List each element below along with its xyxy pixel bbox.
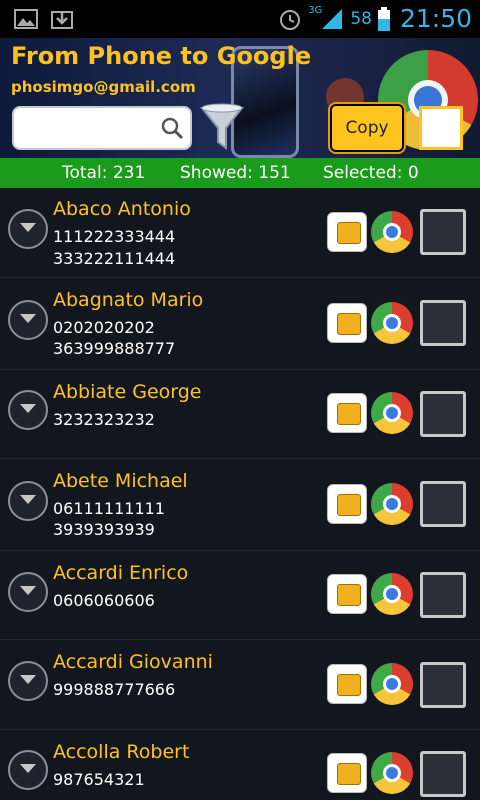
contact-name: Abete Michael xyxy=(53,470,188,492)
contact-name: Abaco Antonio xyxy=(53,198,191,220)
expand-button[interactable] xyxy=(8,390,48,430)
battery-icon xyxy=(377,6,390,31)
sim-card-icon[interactable] xyxy=(327,393,367,433)
contact-row[interactable]: Accardi Enrico 0606060606 xyxy=(0,551,480,640)
expand-button[interactable] xyxy=(8,300,48,340)
chrome-icon[interactable] xyxy=(371,392,413,434)
battery-level: 58 xyxy=(350,8,372,29)
chrome-icon[interactable] xyxy=(371,302,413,344)
chrome-icon[interactable] xyxy=(371,483,413,525)
contact-phone: 111222333444 xyxy=(53,227,176,246)
contact-checkbox[interactable] xyxy=(420,300,466,346)
select-all-checkbox[interactable] xyxy=(419,106,463,150)
chrome-icon[interactable] xyxy=(371,211,413,253)
contact-checkbox[interactable] xyxy=(420,391,466,437)
sim-card-icon[interactable] xyxy=(327,664,367,704)
contact-row[interactable]: Abaco Antonio 111222333444 333222111444 xyxy=(0,188,480,278)
chevron-down-icon xyxy=(20,495,36,504)
contact-phone: 363999888777 xyxy=(53,339,176,358)
chevron-down-icon xyxy=(20,314,36,323)
chevron-down-icon xyxy=(20,223,36,232)
chevron-down-icon xyxy=(20,404,36,413)
account-email: phosimgo@gmail.com xyxy=(11,78,196,96)
contact-phone: 333222111444 xyxy=(53,249,176,268)
expand-button[interactable] xyxy=(8,750,48,790)
contact-row[interactable]: Abbiate George 3232323232 xyxy=(0,370,480,459)
expand-button[interactable] xyxy=(8,572,48,612)
showed-count: Showed: 151 xyxy=(180,163,291,183)
expand-button[interactable] xyxy=(8,481,48,521)
contact-checkbox[interactable] xyxy=(420,209,466,255)
expand-button[interactable] xyxy=(8,209,48,249)
search-input[interactable] xyxy=(12,106,192,150)
sim-card-icon[interactable] xyxy=(327,484,367,524)
contact-phone: 999888777666 xyxy=(53,680,176,699)
contact-phone: 06111111111 xyxy=(53,499,165,518)
status-bar: 3G 58 21:50 xyxy=(0,0,480,38)
contact-phone: 0606060606 xyxy=(53,591,155,610)
search-icon[interactable] xyxy=(160,116,184,140)
selected-count: Selected: 0 xyxy=(323,163,419,183)
sim-card-icon[interactable] xyxy=(327,753,367,793)
clock: 21:50 xyxy=(399,4,472,33)
contact-row[interactable]: Accolla Robert 987654321 xyxy=(0,730,480,800)
copy-button[interactable]: Copy xyxy=(330,104,404,152)
contact-checkbox[interactable] xyxy=(420,572,466,618)
contact-phone: 3232323232 xyxy=(53,410,155,429)
contact-list[interactable]: Abaco Antonio 111222333444 333222111444 … xyxy=(0,188,480,800)
expand-button[interactable] xyxy=(8,661,48,701)
sim-card-icon[interactable] xyxy=(327,303,367,343)
picture-icon xyxy=(14,9,38,29)
sim-card-icon[interactable] xyxy=(327,574,367,614)
total-count: Total: 231 xyxy=(62,163,146,183)
chrome-icon[interactable] xyxy=(371,573,413,615)
chevron-down-icon xyxy=(20,675,36,684)
chrome-icon[interactable] xyxy=(371,752,413,794)
contact-name: Accolla Robert xyxy=(53,741,190,763)
signal-icon xyxy=(322,8,343,29)
contact-phone: 987654321 xyxy=(53,770,145,789)
chevron-down-icon xyxy=(20,586,36,595)
contact-phone: 0202020202 xyxy=(53,318,155,337)
contact-name: Accardi Giovanni xyxy=(53,651,213,673)
app-header: From Phone to Google phosimgo@gmail.com … xyxy=(0,38,480,158)
contact-row[interactable]: Abagnato Mario 0202020202 363999888777 xyxy=(0,278,480,370)
contact-name: Abbiate George xyxy=(53,381,202,403)
contact-checkbox[interactable] xyxy=(420,662,466,708)
contact-row[interactable]: Accardi Giovanni 999888777666 xyxy=(0,640,480,730)
contact-phone: 3939393939 xyxy=(53,520,155,539)
contact-name: Accardi Enrico xyxy=(53,562,189,584)
contact-checkbox[interactable] xyxy=(420,751,466,797)
contact-name: Abagnato Mario xyxy=(53,289,204,311)
contact-checkbox[interactable] xyxy=(420,481,466,527)
chevron-down-icon xyxy=(20,764,36,773)
contact-row[interactable]: Abete Michael 06111111111 3939393939 xyxy=(0,459,480,551)
summary-bar: Total: 231 Showed: 151 Selected: 0 xyxy=(0,158,480,188)
chrome-icon[interactable] xyxy=(371,663,413,705)
sim-card-icon[interactable] xyxy=(327,212,367,252)
alarm-icon xyxy=(280,9,301,30)
network-type: 3G xyxy=(308,5,323,16)
filter-funnel-icon[interactable] xyxy=(198,102,246,152)
app-title: From Phone to Google xyxy=(11,42,312,70)
download-icon xyxy=(51,11,73,29)
